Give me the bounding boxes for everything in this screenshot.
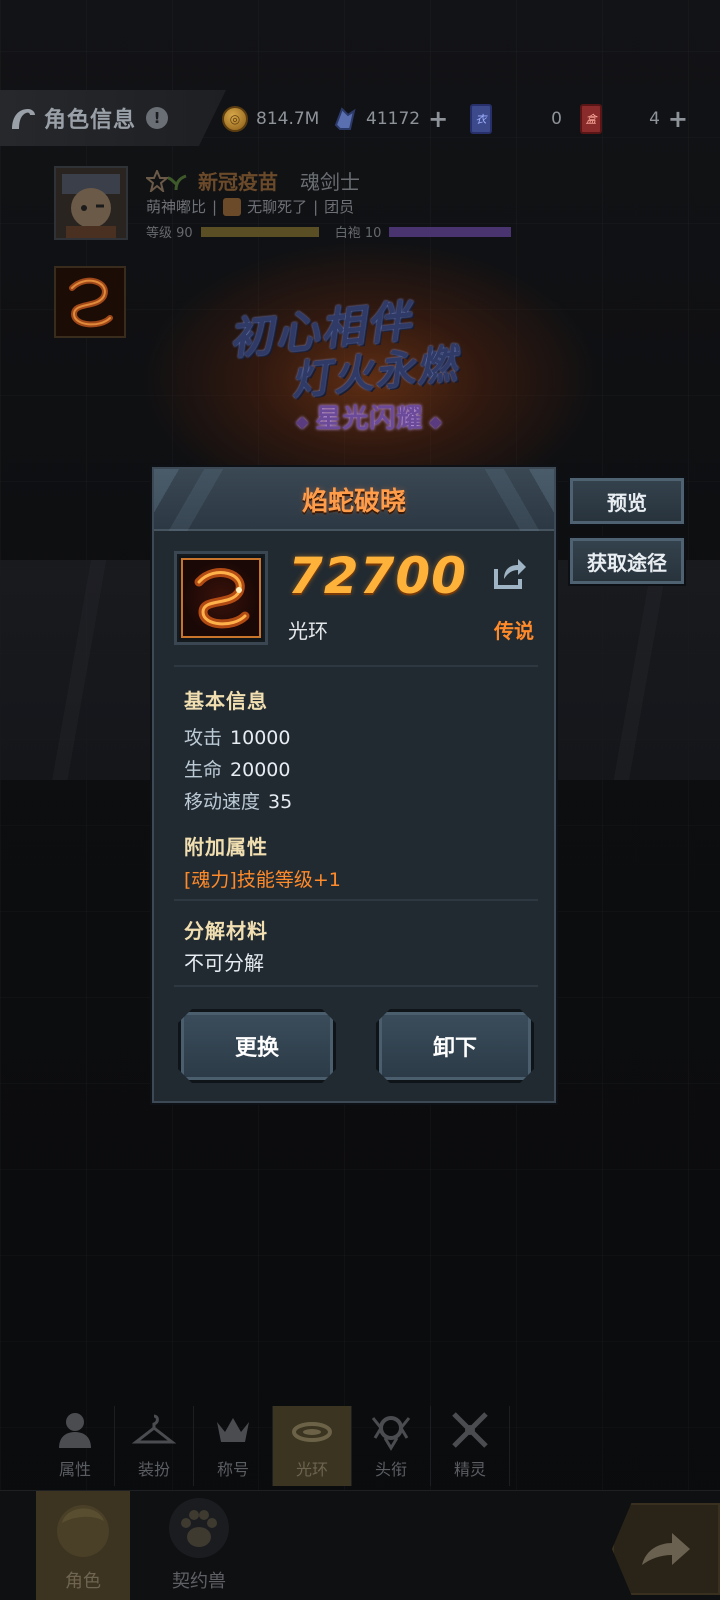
basic-info-title: 基本信息 xyxy=(184,689,268,713)
source-button[interactable]: 获取途径 xyxy=(570,538,684,584)
red-card-resource: 盒 4 + xyxy=(580,104,688,134)
player-name-row: 新冠疫苗 魂剑士 xyxy=(146,166,360,195)
nav-character[interactable]: 角色 xyxy=(36,1491,130,1600)
robe-bar xyxy=(389,226,512,237)
avatar[interactable] xyxy=(54,166,128,240)
power-score: 72700 xyxy=(288,547,467,605)
tab-label: 称号 xyxy=(216,1460,249,1479)
tab-label: 属性 xyxy=(58,1460,91,1479)
person-icon xyxy=(59,1413,91,1448)
dialog-title: 焰蛇破晓 xyxy=(301,486,406,517)
banner-line3: 星光闪耀 xyxy=(290,398,449,435)
divider xyxy=(174,985,538,987)
tab-rank[interactable]: 头衔 xyxy=(352,1406,431,1486)
decompose-value: 不可分解 xyxy=(184,951,264,975)
sub-tab-bar: 属性 装扮 称号 光环 头衔 精灵 xyxy=(36,1406,510,1486)
guild-role: 团员 xyxy=(324,198,355,216)
tab-sprite[interactable]: 精灵 xyxy=(431,1406,510,1486)
next-arrow-button[interactable] xyxy=(612,1503,720,1595)
tab-label: 精灵 xyxy=(453,1460,486,1479)
arrow-right-icon xyxy=(642,1533,690,1565)
guild-name: 无聊死了 xyxy=(247,198,308,216)
nav-label: 契约兽 xyxy=(172,1571,226,1592)
blue-card-value: 0 xyxy=(551,109,562,129)
bottom-nav: 角色 契约兽 xyxy=(0,1490,720,1600)
level-bar xyxy=(200,226,319,237)
share-icon[interactable] xyxy=(490,555,528,593)
page-title: 角色信息 xyxy=(44,108,137,133)
player-subinfo: 萌神嘟比 | 无聊死了 | 团员 xyxy=(146,196,354,217)
tab-attributes[interactable]: 属性 xyxy=(36,1406,115,1486)
item-summary: 72700 光环 传说 xyxy=(174,547,538,649)
red-card-value: 4 xyxy=(649,109,660,129)
nav-label: 角色 xyxy=(65,1571,101,1592)
red-card-icon: 盒 xyxy=(580,104,602,134)
top-bar: 角色信息 ! ◎ 814.7M 41172 + 衣 0 盒 4 + xyxy=(0,90,720,146)
player-portrait-icon xyxy=(56,168,126,238)
character-icon xyxy=(57,1505,109,1557)
guild-icon xyxy=(223,197,242,216)
item-type: 光环 xyxy=(288,619,328,643)
stat-attack: 攻击 10000 xyxy=(184,727,291,749)
divider xyxy=(174,665,538,667)
divider: | xyxy=(313,197,319,216)
paw-icon xyxy=(169,1498,229,1558)
gold-resource: ◎ 814.7M xyxy=(222,104,319,134)
tab-label: 装扮 xyxy=(137,1460,170,1479)
tab-label: 光环 xyxy=(295,1460,328,1479)
blue-card-icon: 衣 xyxy=(470,104,492,134)
stat-hp: 生命 20000 xyxy=(184,759,291,781)
preview-button[interactable]: 预览 xyxy=(570,478,684,524)
flame-snake-icon xyxy=(194,568,250,629)
add-diamond-button[interactable]: + xyxy=(428,107,448,131)
unequip-button[interactable]: 卸下 xyxy=(376,1009,534,1083)
player-info: 新冠疫苗 魂剑士 萌神嘟比 | 无聊死了 | 团员 等级 90 白袍 10 xyxy=(54,166,534,246)
player-bars: 等级 90 白袍 10 xyxy=(146,222,512,241)
diamond-resource: 41172 + xyxy=(330,104,448,134)
crown-icon xyxy=(217,1418,249,1442)
player-name: 新冠疫苗 xyxy=(198,170,278,194)
hanger-icon xyxy=(132,1414,176,1444)
player-nickname: 萌神嘟比 xyxy=(146,198,207,216)
dialog-header: 焰蛇破晓 xyxy=(154,469,554,531)
emblem-icon xyxy=(371,1416,411,1451)
replace-button[interactable]: 更换 xyxy=(178,1009,336,1083)
add-card-button[interactable]: + xyxy=(668,107,688,131)
halo-icon xyxy=(292,1422,332,1442)
title-badge-icon xyxy=(146,169,187,192)
item-detail-dialog: 焰蛇破晓 72700 光环 传说 基本信息 攻击 10000 生命 20000 移动… xyxy=(152,467,556,1103)
page-title-tab: 角色信息 ! xyxy=(0,90,226,146)
diamond-value: 41172 xyxy=(366,109,421,129)
stat-move-speed: 移动速度 35 xyxy=(184,791,293,813)
divider xyxy=(174,899,538,901)
flame-snake-icon xyxy=(56,268,124,336)
level-label: 等级 90 xyxy=(146,226,193,241)
extra-attr-title: 附加属性 xyxy=(184,835,268,859)
gold-value: 814.7M xyxy=(256,109,320,129)
horn-logo-icon xyxy=(12,109,35,129)
nav-pet[interactable]: 契约兽 xyxy=(152,1491,246,1600)
robe-label: 白袍 10 xyxy=(334,226,382,241)
divider: | xyxy=(212,197,218,216)
decompose-title: 分解材料 xyxy=(184,919,268,943)
tab-outfit[interactable]: 装扮 xyxy=(115,1406,194,1486)
blue-card-resource: 衣 0 xyxy=(470,104,562,134)
sprite-icon xyxy=(452,1412,488,1448)
info-icon[interactable]: ! xyxy=(146,107,169,129)
crystal-icon xyxy=(334,107,356,130)
tab-label: 头衔 xyxy=(374,1460,407,1479)
item-icon-frame xyxy=(174,551,268,645)
extra-attr-value: [魂力]技能等级+1 xyxy=(184,869,341,891)
tab-title[interactable]: 称号 xyxy=(194,1406,273,1486)
tab-aura[interactable]: 光环 xyxy=(273,1406,352,1486)
item-rarity: 传说 xyxy=(494,619,534,643)
gold-coin-icon: ◎ xyxy=(222,106,248,132)
equipped-aura-slot[interactable] xyxy=(54,266,126,338)
player-class: 魂剑士 xyxy=(300,170,360,194)
